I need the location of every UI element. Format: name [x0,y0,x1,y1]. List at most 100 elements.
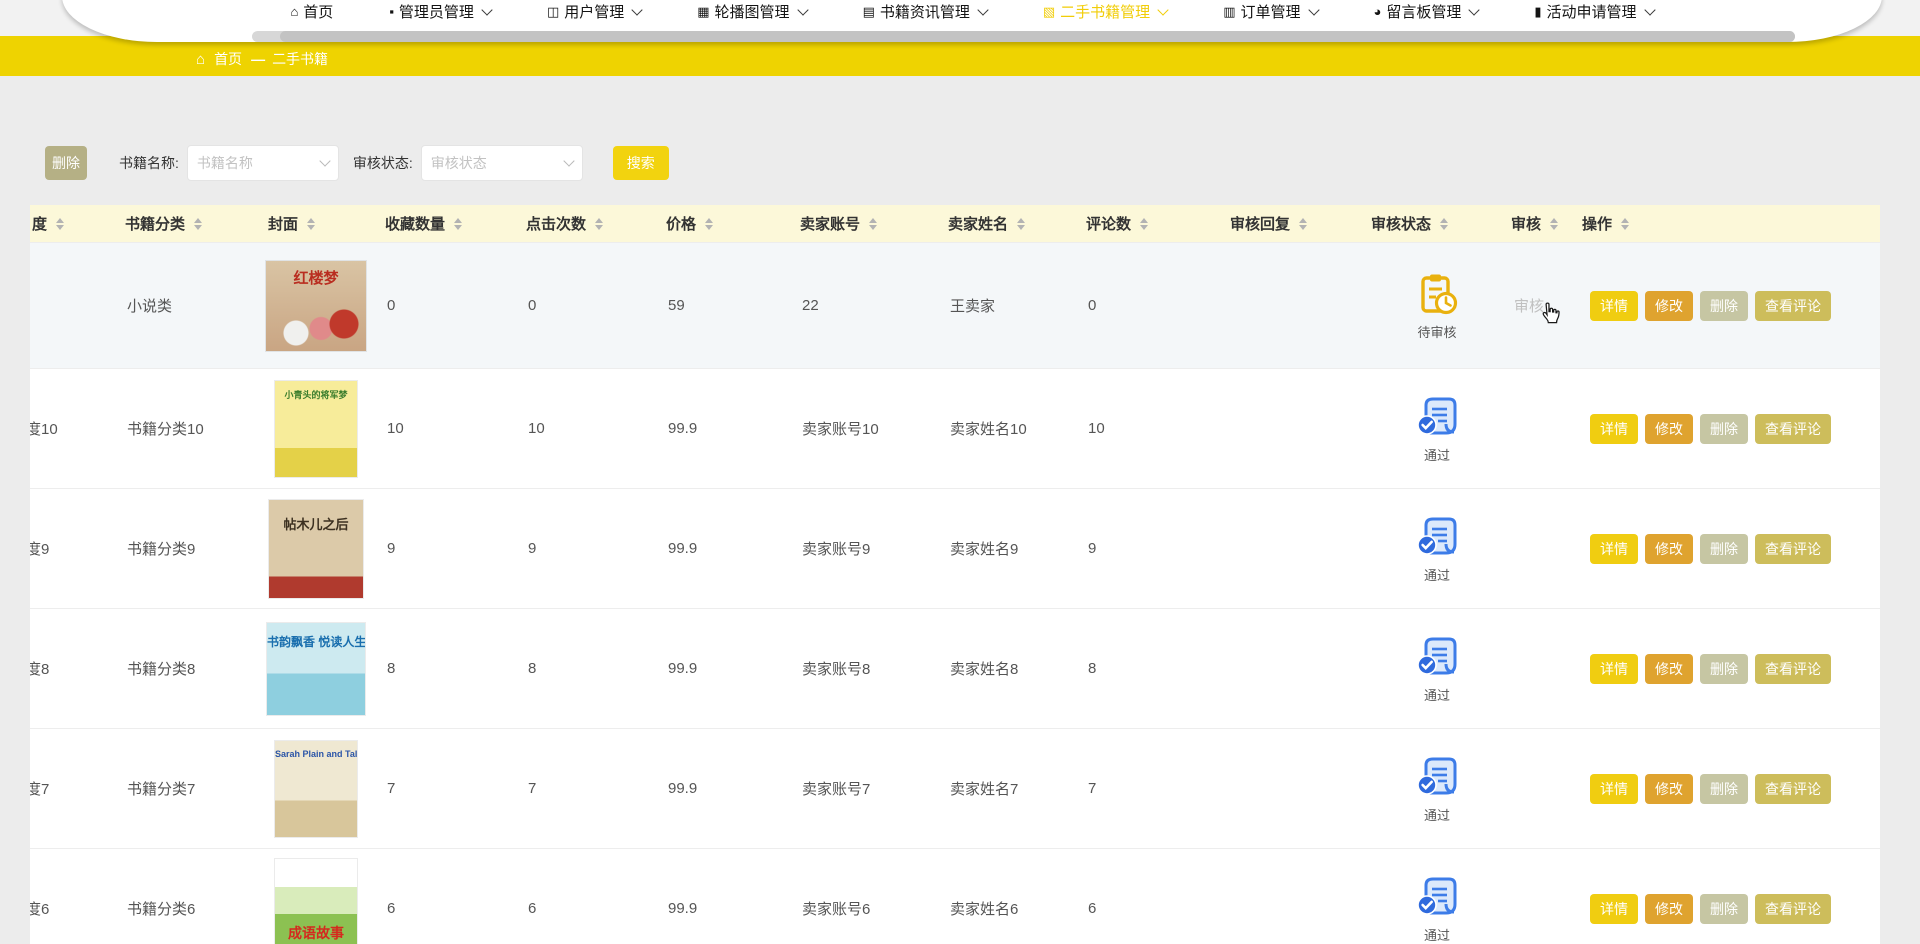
edit-button[interactable]: 修改 [1645,291,1693,321]
chevron-down-icon [319,155,330,166]
nav-item-news[interactable]: ▤书籍资讯管理 [863,1,987,22]
row-delete-button[interactable]: 删除 [1700,654,1748,684]
edit-button[interactable]: 修改 [1645,534,1693,564]
breadcrumb-home[interactable]: 首页 [214,49,242,69]
news-icon: ▤ [863,5,875,18]
book-cover[interactable]: 红楼梦 [266,261,366,351]
passed-icon [1414,394,1460,440]
column-header-11[interactable]: 审核 [1501,205,1572,243]
audit-status-label: 待审核 [1417,322,1456,341]
cell-cover: 成语故事 [258,849,375,944]
cell-clicks: 8 [516,609,656,729]
view-comments-button[interactable]: 查看评论 [1755,534,1831,564]
sort-icon[interactable] [1140,218,1148,230]
row-delete-button[interactable]: 删除 [1700,894,1748,924]
column-header-12[interactable]: 操作 [1572,205,1880,243]
nav-item-admin[interactable]: ▪管理员管理 [389,1,491,22]
cell-audit-status: 待审核 [1361,243,1501,369]
cell-audit-reply [1220,729,1361,849]
book-cover-title: 成语故事 [275,859,357,943]
detail-button[interactable]: 详情 [1590,534,1638,564]
audit-status-select[interactable]: 审核状态 [421,145,583,181]
horizontal-scrollbar[interactable] [252,31,1795,42]
detail-button[interactable]: 详情 [1590,291,1638,321]
sort-icon[interactable] [705,218,713,230]
book-cover[interactable]: Sarah Plain and Tall [275,741,357,837]
column-header-9[interactable]: 审核回复 [1220,205,1361,243]
detail-button[interactable]: 详情 [1590,774,1638,804]
cell-comments: 9 [1076,489,1220,609]
sort-icon[interactable] [1621,218,1629,230]
detail-button[interactable]: 详情 [1590,654,1638,684]
view-comments-button[interactable]: 查看评论 [1755,654,1831,684]
edit-button[interactable]: 修改 [1645,774,1693,804]
books-table: 度书籍分类封面收藏数量点击次数价格卖家账号卖家姓名评论数 审核回复审核状态审核操作… [30,205,1880,944]
column-header-6[interactable]: 卖家账号 [790,205,938,243]
message-board-icon: ◕ [1374,5,1382,18]
edit-button[interactable]: 修改 [1645,654,1693,684]
book-name-select[interactable]: 书籍名称 [187,145,339,181]
nav-item-order[interactable]: ▥订单管理 [1223,1,1317,22]
detail-button[interactable]: 详情 [1590,894,1638,924]
view-comments-button[interactable]: 查看评论 [1755,414,1831,444]
nav-item-activity[interactable]: ▮活动申请管理 [1534,1,1653,22]
column-label: 评论数 [1086,213,1131,234]
view-comments-button[interactable]: 查看评论 [1755,894,1831,924]
search-button[interactable]: 搜索 [613,146,669,180]
cell-cover: Sarah Plain and Tall [258,729,375,849]
column-header-8[interactable]: 评论数 [1076,205,1220,243]
cell-comments: 0 [1076,243,1220,369]
page-background: { "nav": { "items": [ {"label":"首页","ico… [0,0,1920,944]
row-delete-button[interactable]: 删除 [1700,534,1748,564]
row-delete-button[interactable]: 删除 [1700,414,1748,444]
sort-icon[interactable] [56,218,64,230]
cell-audit-reply [1220,243,1361,369]
sort-icon[interactable] [454,218,462,230]
book-name-placeholder: 书籍名称 [197,153,253,173]
view-comments-button[interactable]: 查看评论 [1755,774,1831,804]
chevron-down-icon [481,4,492,15]
nav-item-home[interactable]: ⌂首页 [290,1,333,22]
sort-icon[interactable] [1017,218,1025,230]
cell-clicks: 0 [516,243,656,369]
detail-button[interactable]: 详情 [1590,414,1638,444]
sort-icon[interactable] [1550,218,1558,230]
column-header-4[interactable]: 点击次数 [516,205,656,243]
cell-price: 99.9 [656,609,790,729]
column-header-10[interactable]: 审核状态 [1361,205,1501,243]
nav-item-user[interactable]: ◫用户管理 [547,1,641,22]
chevron-down-icon [977,4,988,15]
delete-button[interactable]: 删除 [45,146,87,180]
book-cover[interactable]: 成语故事 [275,859,357,944]
book-cover[interactable]: 书韵飘香 悦读人生 [267,623,365,715]
row-delete-button[interactable]: 删除 [1700,774,1748,804]
nav-item-message-board[interactable]: ◕留言板管理 [1374,1,1479,22]
column-header-0[interactable]: 度 [30,205,115,243]
row-delete-button[interactable]: 删除 [1700,291,1748,321]
nav-item-carousel[interactable]: ▦轮播图管理 [697,1,806,22]
sort-icon[interactable] [1299,218,1307,230]
cell-clicks: 6 [516,849,656,944]
book-cover-title: 红楼梦 [266,261,366,288]
cell-clicks: 9 [516,489,656,609]
edit-button[interactable]: 修改 [1645,894,1693,924]
nav-item-secondhand-book[interactable]: ▧二手书籍管理 [1043,1,1167,22]
column-header-3[interactable]: 收藏数量 [375,205,516,243]
scrollbar-thumb[interactable] [280,31,1795,42]
sort-icon[interactable] [1440,218,1448,230]
sort-icon[interactable] [869,218,877,230]
sort-icon[interactable] [307,218,315,230]
column-header-1[interactable]: 书籍分类 [115,205,258,243]
cell-audit-reply [1220,849,1361,944]
edit-button[interactable]: 修改 [1645,414,1693,444]
sort-icon[interactable] [595,218,603,230]
book-cover[interactable]: 帖木儿之后 [269,500,363,598]
column-header-2[interactable]: 封面 [258,205,375,243]
view-comments-button[interactable]: 查看评论 [1755,291,1831,321]
column-header-7[interactable]: 卖家姓名 [938,205,1076,243]
cell-condition: 度6 [30,849,115,944]
home-icon: ⌂ [290,5,298,18]
sort-icon[interactable] [194,218,202,230]
book-cover[interactable]: 小青头的将军梦 [275,381,357,477]
column-header-5[interactable]: 价格 [656,205,790,243]
